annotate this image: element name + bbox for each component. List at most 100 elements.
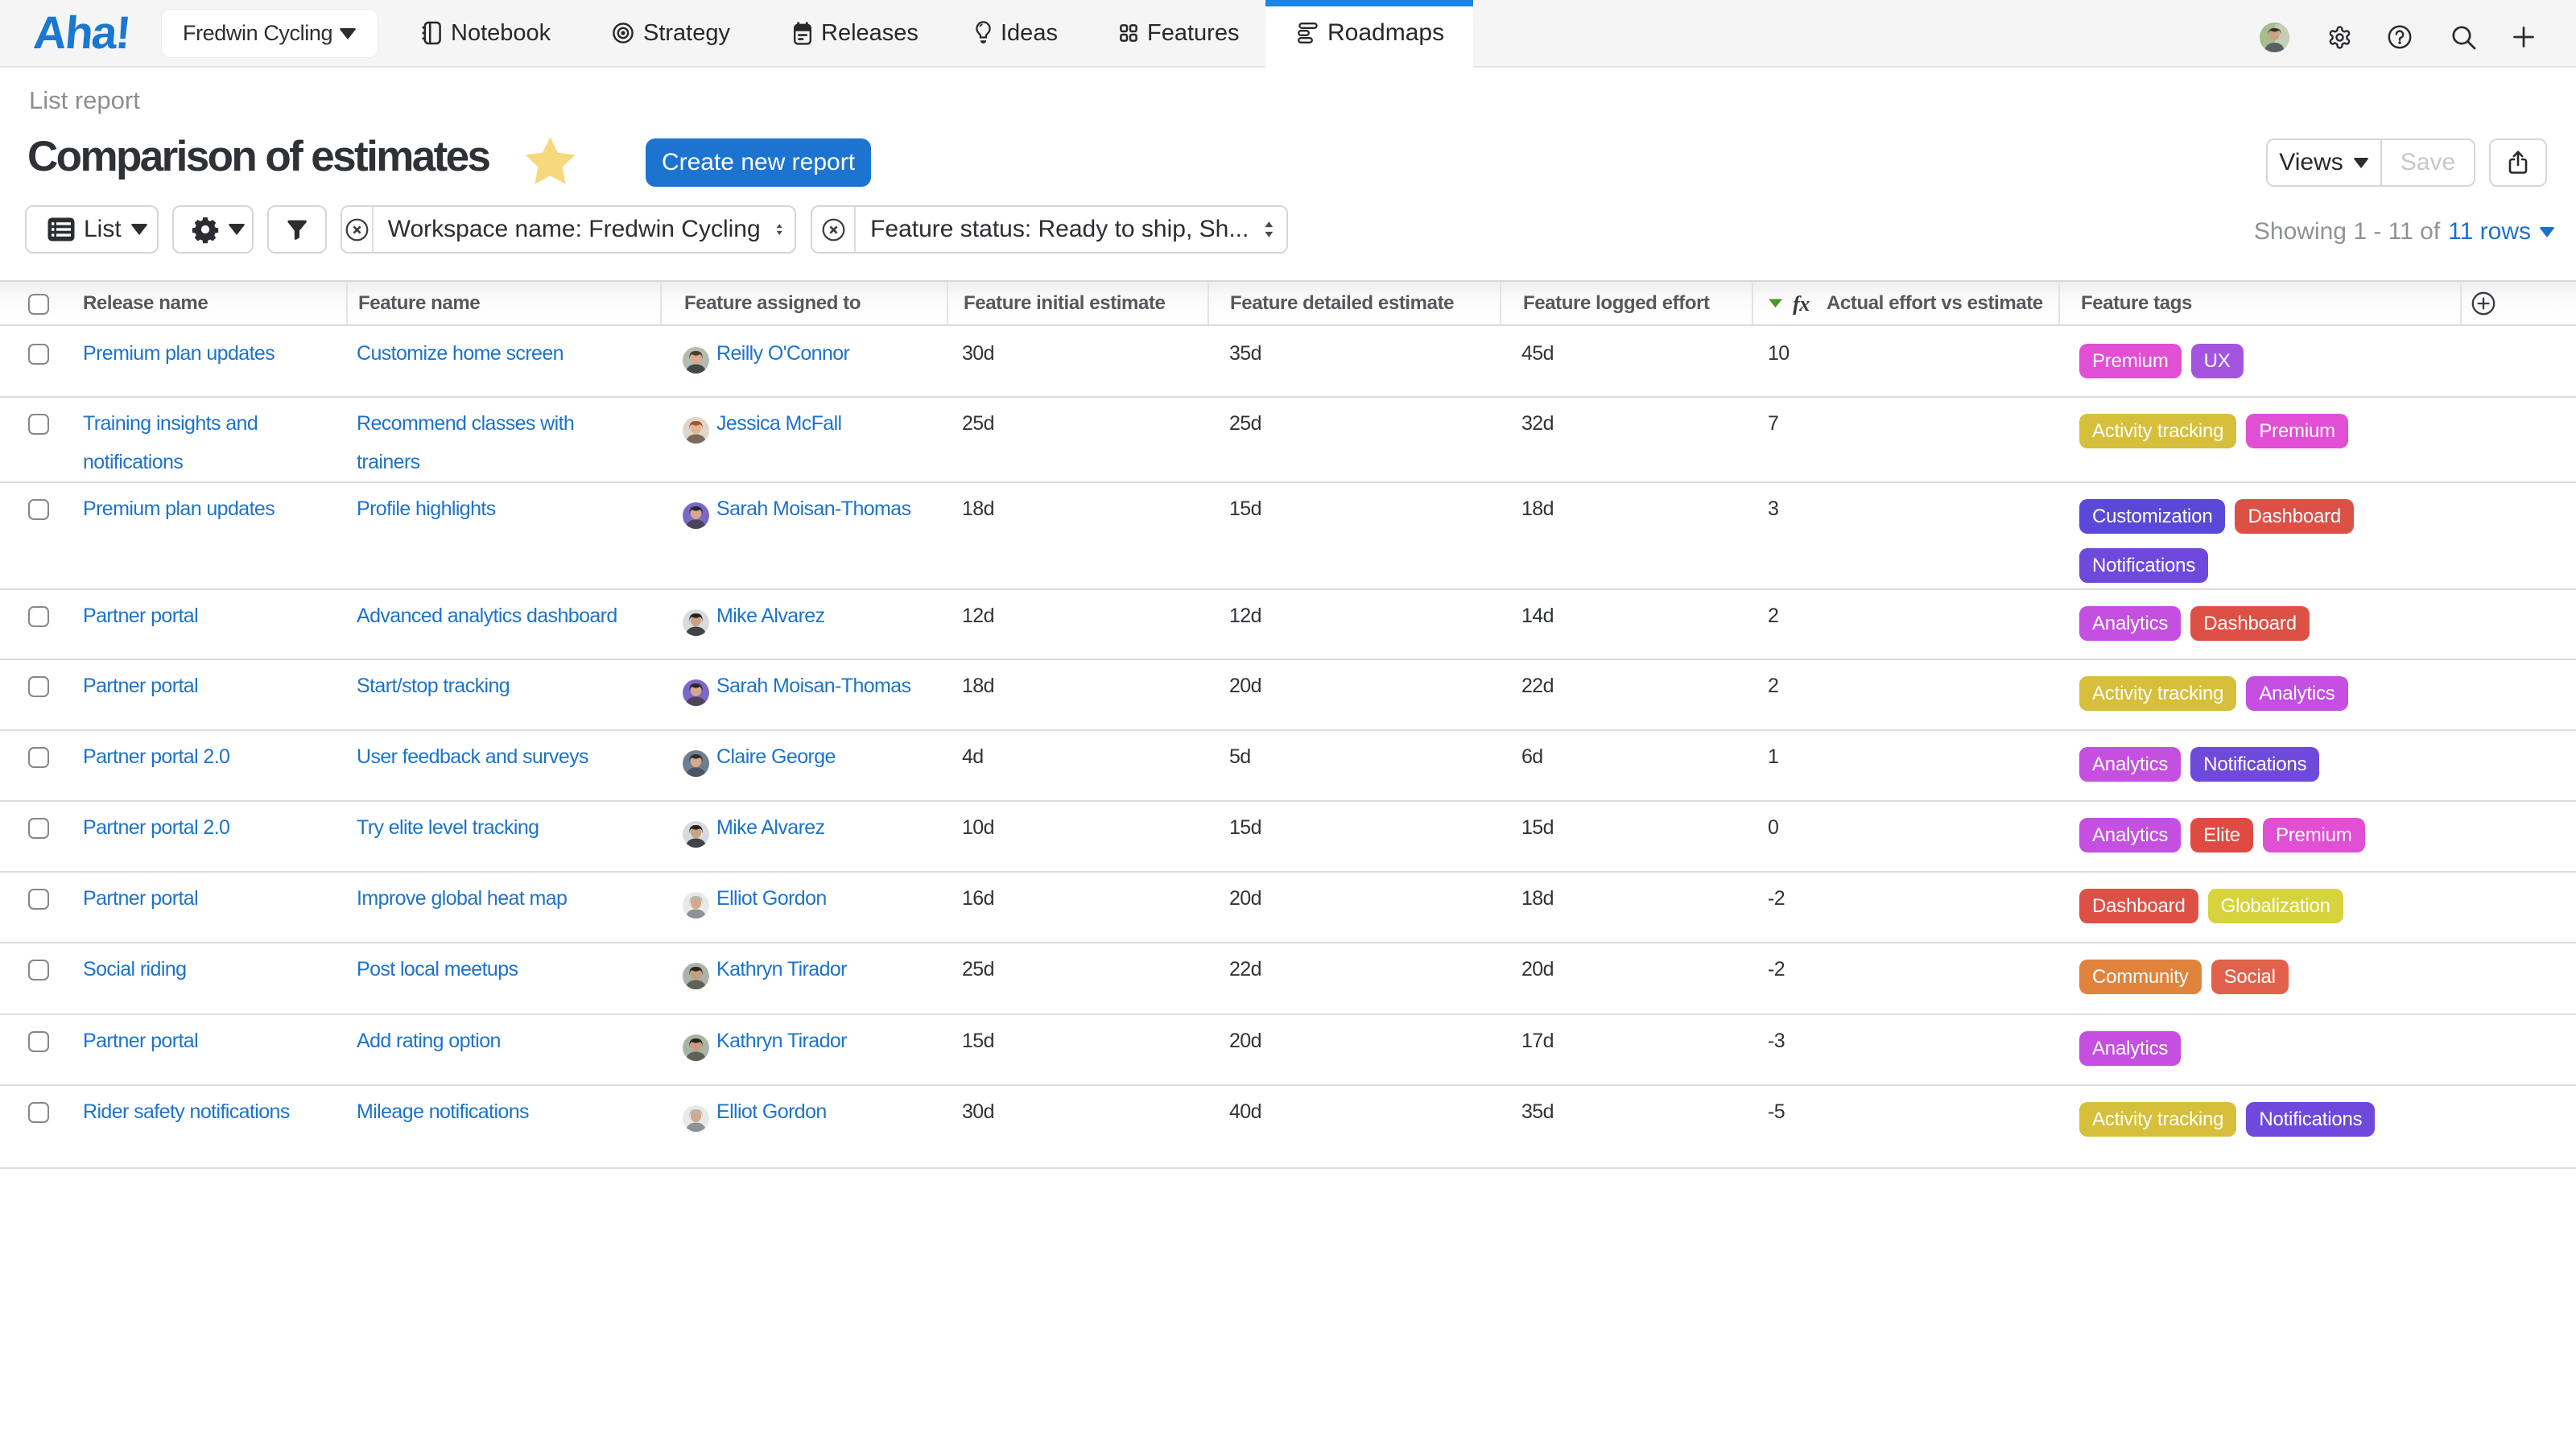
feature-link[interactable]: Try elite level tracking — [357, 808, 539, 847]
release-link[interactable]: Partner portal 2.0 — [83, 737, 229, 776]
nav-item-ideas[interactable]: Ideas — [976, 0, 1058, 66]
add-button[interactable] — [2513, 0, 2534, 66]
table-row[interactable]: Rider safety notifications Mileage notif… — [0, 1086, 2576, 1169]
feature-link[interactable]: User feedback and surveys — [357, 737, 588, 776]
add-column-icon[interactable] — [2471, 291, 2496, 316]
release-link[interactable]: Partner portal — [83, 879, 198, 918]
chevron-down-icon[interactable] — [2539, 227, 2555, 237]
list-button-label: List — [84, 216, 122, 243]
export-button[interactable] — [2489, 138, 2547, 187]
column-header-feature-tags[interactable]: Feature tags — [2058, 282, 2460, 324]
column-header-feature-assigned-to[interactable]: Feature assigned to — [660, 282, 947, 324]
table-row[interactable]: Premium plan updates Customize home scre… — [0, 328, 2576, 398]
feature-link[interactable]: Customize home screen — [357, 334, 564, 373]
column-header-actual-effort-vs-estimate[interactable]: fx Actual effort vs estimate — [1752, 282, 2058, 324]
table-row[interactable]: Premium plan updates Profile highlights … — [0, 483, 2576, 590]
row-checkbox[interactable] — [28, 1031, 49, 1052]
row-checkbox[interactable] — [28, 344, 49, 365]
nav-item-notebook[interactable]: Notebook — [422, 0, 551, 66]
feature-link[interactable]: Profile highlights — [357, 489, 496, 528]
column-header-feature-name[interactable]: Feature name — [346, 282, 660, 324]
assignee-link[interactable]: Sarah Moisan-Thomas — [716, 667, 910, 705]
assignee-link[interactable]: Mike Alvarez — [716, 597, 825, 635]
assignee-link[interactable]: Claire George — [716, 737, 836, 776]
sort-updown-icon[interactable] — [1263, 217, 1275, 242]
table-row[interactable]: Partner portal Improve global heat map E… — [0, 873, 2576, 943]
release-link[interactable]: Partner portal 2.0 — [83, 808, 229, 847]
save-button[interactable]: Save — [2382, 140, 2474, 185]
column-header-feature-initial-estimate[interactable]: Feature initial estimate — [947, 282, 1208, 324]
filter-chip-label[interactable]: Workspace name: Fredwin Cycling — [374, 216, 761, 243]
table-row[interactable]: Partner portal Add rating option Kathryn… — [0, 1015, 2576, 1086]
nav-item-features[interactable]: Features — [1120, 0, 1239, 66]
feature-link[interactable]: Add rating option — [357, 1022, 501, 1060]
views-button[interactable]: Views — [2268, 140, 2382, 185]
feature-link[interactable]: Start/stop tracking — [357, 667, 510, 705]
release-link[interactable]: Rider safety notifications — [83, 1092, 290, 1131]
release-link[interactable]: Partner portal — [83, 597, 198, 635]
release-link[interactable]: Partner portal — [83, 667, 198, 705]
nav-item-releases[interactable]: Releases — [794, 0, 919, 66]
assignee-link[interactable]: Kathryn Tirador — [716, 950, 847, 989]
settings-button[interactable] — [2327, 0, 2352, 66]
sort-desc-icon[interactable] — [1768, 298, 1783, 308]
release-link[interactable]: Training insights and notifications — [83, 404, 330, 481]
release-link[interactable]: Premium plan updates — [83, 489, 275, 528]
filter-chip-label[interactable]: Feature status: Ready to ship, Sh... — [856, 216, 1249, 243]
help-button[interactable] — [2388, 0, 2412, 66]
row-checkbox[interactable] — [28, 499, 49, 520]
view-type-dropdown[interactable]: List — [25, 205, 159, 254]
avatar[interactable] — [2260, 0, 2289, 66]
releases-icon — [794, 21, 811, 45]
add-column-cell[interactable] — [2460, 282, 2576, 324]
feature-link[interactable]: Recommend classes with trainers — [357, 404, 632, 481]
table-row[interactable]: Training insights and notifications Reco… — [0, 398, 2576, 483]
remove-filter-button[interactable] — [342, 207, 374, 252]
row-checkbox[interactable] — [28, 889, 49, 910]
table-row[interactable]: Partner portal 2.0 User feedback and sur… — [0, 731, 2576, 802]
column-header-feature-detailed-estimate[interactable]: Feature detailed estimate — [1208, 282, 1500, 324]
assignee-link[interactable]: Reilly O'Connor — [716, 334, 849, 373]
nav-item-strategy[interactable]: Strategy — [613, 0, 730, 66]
assignee-link[interactable]: Jessica McFall — [716, 404, 842, 443]
assignee-link[interactable]: Kathryn Tirador — [716, 1022, 847, 1060]
nav-item-label: Ideas — [1001, 20, 1058, 47]
assignee-link[interactable]: Mike Alvarez — [716, 808, 825, 847]
row-checkbox[interactable] — [28, 606, 49, 627]
row-checkbox[interactable] — [28, 960, 49, 980]
column-header-release-name[interactable]: Release name — [0, 282, 346, 324]
assignee-link[interactable]: Elliot Gordon — [716, 1092, 827, 1131]
row-checkbox[interactable] — [28, 676, 49, 697]
workspace-selector[interactable]: Fredwin Cycling — [161, 9, 378, 58]
row-checkbox[interactable] — [28, 818, 49, 839]
assignee-link[interactable]: Elliot Gordon — [716, 879, 827, 918]
filter-button[interactable] — [267, 205, 327, 254]
select-all-checkbox[interactable] — [28, 294, 49, 315]
row-checkbox[interactable] — [28, 1102, 49, 1123]
feature-link[interactable]: Advanced analytics dashboard — [357, 597, 617, 635]
release-link[interactable]: Premium plan updates — [83, 334, 275, 373]
search-button[interactable] — [2450, 0, 2477, 66]
column-header-feature-logged-effort[interactable]: Feature logged effort — [1500, 282, 1752, 324]
release-link[interactable]: Partner portal — [83, 1022, 198, 1060]
feature-link[interactable]: Improve global heat map — [357, 879, 567, 918]
rows-count-link[interactable]: 11 rows — [2448, 218, 2531, 246]
feature-link[interactable]: Post local meetups — [357, 950, 518, 989]
sort-updown-icon[interactable] — [775, 217, 783, 242]
row-checkbox[interactable] — [28, 747, 49, 768]
row-checkbox[interactable] — [28, 414, 49, 435]
favorite-star-icon[interactable] — [523, 135, 577, 187]
table-settings-dropdown[interactable] — [172, 205, 254, 254]
assignee-link[interactable]: Sarah Moisan-Thomas — [716, 489, 910, 528]
assignee-avatar — [683, 679, 709, 719]
feature-link[interactable]: Mileage notifications — [357, 1092, 529, 1131]
nav-tab-roadmaps[interactable]: Roadmaps — [1265, 0, 1473, 68]
aha-logo[interactable]: Aha! — [31, 6, 131, 60]
table-row[interactable]: Partner portal Advanced analytics dashbo… — [0, 590, 2576, 660]
remove-filter-button[interactable] — [812, 207, 856, 252]
release-link[interactable]: Social riding — [83, 950, 186, 989]
create-new-report-button[interactable]: Create new report — [646, 138, 871, 187]
table-row[interactable]: Partner portal Start/stop tracking Sarah… — [0, 660, 2576, 731]
table-row[interactable]: Partner portal 2.0 Try elite level track… — [0, 802, 2576, 873]
table-row[interactable]: Social riding Post local meetups Kathryn… — [0, 943, 2576, 1015]
